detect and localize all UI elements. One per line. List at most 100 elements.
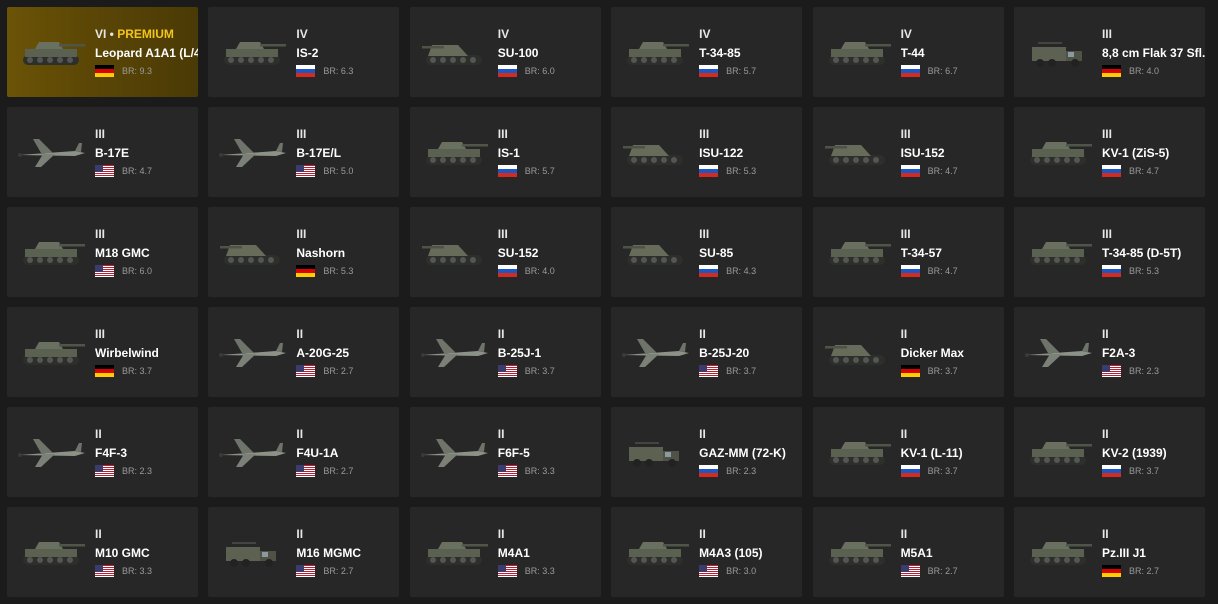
vehicle-info: II F2A-3 BR: 2.3 (1101, 327, 1205, 378)
battle-rating: BR: 2.3 (1128, 366, 1159, 376)
truck-icon (216, 533, 290, 571)
vehicle-rank: III (498, 127, 601, 142)
vehicle-name: B-25J-1 (497, 346, 542, 360)
vehicle-info: III T-34-85 (D-5T) BR: 5.3 (1101, 227, 1205, 278)
battle-rating: BR: 6.0 (122, 266, 153, 276)
ussr-flag-icon (699, 465, 719, 477)
vehicle-rank: IV (699, 27, 802, 42)
vehicle-card[interactable]: III T-34-85 (D-5T) BR: 5.3 (1013, 207, 1205, 297)
vehicle-card[interactable]: III ISU-122 BR: 5.3 (611, 107, 803, 197)
battle-rating: BR: 4.7 (927, 266, 958, 276)
rank-label: III (900, 227, 911, 241)
rank-label: II (1101, 327, 1109, 341)
tank-icon (821, 233, 895, 271)
vehicle-rank: II (901, 427, 1004, 442)
br-line: BR: 4.0 (1101, 64, 1205, 78)
rank-label: IV (699, 27, 711, 41)
vehicle-name: F6F-5 (497, 446, 530, 460)
vehicle-card[interactable]: III T-34-57 BR: 4.7 (812, 207, 1004, 297)
battle-rating: BR: 4.7 (122, 166, 153, 176)
br-line: BR: 6.0 (95, 264, 198, 278)
br-line: BR: 3.3 (497, 464, 601, 478)
vehicle-card[interactable]: III Nashorn BR: 5.3 (208, 207, 400, 297)
vehicle-card[interactable]: III 8,8 cm Flak 37 Sfl. BR: 4.0 (1013, 7, 1205, 97)
spg-icon (216, 233, 290, 271)
vehicle-card[interactable]: II A-20G-25 BR: 2.7 (208, 307, 400, 397)
rank-label: II (900, 527, 908, 541)
vehicle-card[interactable]: II M4A1 BR: 3.3 (409, 507, 601, 597)
vehicle-card[interactable]: II F4F-3 BR: 2.3 (7, 407, 198, 497)
vehicle-card[interactable]: III IS-1 BR: 5.7 (409, 107, 601, 197)
spg-icon (821, 133, 895, 171)
usa-flag-icon (699, 565, 719, 577)
rank-label: II (900, 427, 908, 441)
vehicle-name: Leopard A1A1 (L/44) (95, 46, 198, 60)
battle-rating: BR: 3.7 (1128, 466, 1159, 476)
vehicle-card[interactable]: II F4U-1A BR: 2.7 (208, 407, 400, 497)
vehicle-card[interactable]: II Pz.III J1 BR: 2.7 (1013, 507, 1205, 597)
vehicle-card[interactable]: III ISU-152 BR: 4.7 (812, 107, 1004, 197)
rank-label: IV (497, 27, 510, 41)
vehicle-card[interactable]: III B-17E BR: 4.7 (7, 107, 198, 197)
vehicle-rank: II (1102, 327, 1205, 342)
vehicle-card[interactable]: II KV-1 (L-11) BR: 3.7 (812, 407, 1004, 497)
vehicle-card[interactable]: II M10 GMC BR: 3.3 (7, 507, 198, 597)
vehicle-card[interactable]: II Dicker Max BR: 3.7 (812, 307, 1004, 397)
usa-flag-icon (699, 365, 719, 377)
germany-flag-icon (1101, 65, 1121, 77)
vehicle-info: III SU-152 BR: 4.0 (497, 227, 601, 278)
vehicle-card[interactable]: II F6F-5 BR: 3.3 (409, 407, 601, 497)
vehicle-card[interactable]: II M5A1 BR: 2.7 (812, 507, 1004, 597)
ussr-flag-icon (497, 65, 517, 77)
vehicle-rank: VI • PREMIUM (95, 27, 174, 41)
battle-rating: BR: 6.7 (927, 66, 958, 76)
vehicle-info: II Dicker Max BR: 3.7 (900, 327, 1004, 378)
br-line: BR: 2.7 (1101, 564, 1205, 578)
rank-label: II (699, 327, 706, 341)
br-line: BR: 6.3 (296, 64, 399, 78)
vehicle-card[interactable]: III SU-152 BR: 4.0 (409, 207, 601, 297)
usa-flag-icon (900, 565, 920, 577)
tank-icon (821, 33, 895, 71)
battle-rating: BR: 4.7 (927, 166, 958, 176)
truck-icon (619, 433, 693, 471)
vehicle-card[interactable]: III M18 GMC BR: 6.0 (7, 207, 198, 297)
rank-label: II (296, 427, 304, 441)
spg-icon (418, 233, 492, 271)
vehicle-card[interactable]: II M4A3 (105) BR: 3.0 (611, 507, 803, 597)
br-line: BR: 5.0 (296, 164, 399, 178)
vehicle-info: IV T-34-85 BR: 5.7 (699, 27, 802, 78)
tank-icon (1022, 433, 1096, 471)
tank-icon (1022, 233, 1096, 271)
br-line: BR: 3.0 (699, 564, 802, 578)
vehicle-card[interactable]: II M16 MGMC BR: 2.7 (208, 507, 400, 597)
vehicle-card[interactable]: III KV-1 (ZiS-5) BR: 4.7 (1013, 107, 1205, 197)
br-line: BR: 5.3 (1101, 264, 1205, 278)
vehicle-card[interactable]: III Wirbelwind BR: 3.7 (7, 307, 198, 397)
br-line: BR: 5.3 (699, 164, 802, 178)
vehicle-card[interactable]: II KV-2 (1939) BR: 3.7 (1013, 407, 1205, 497)
br-line: BR: 3.7 (497, 364, 601, 378)
vehicle-card[interactable]: II B-25J-1 BR: 3.7 (409, 307, 601, 397)
vehicle-card[interactable]: IV IS-2 BR: 6.3 (208, 7, 400, 97)
vehicle-card[interactable]: III B-17E/L BR: 5.0 (208, 107, 400, 197)
br-line: BR: 2.7 (296, 364, 399, 378)
vehicle-rank: II (498, 327, 601, 342)
vehicle-card[interactable]: III SU-85 BR: 4.3 (611, 207, 803, 297)
vehicle-card[interactable]: VI • PREMIUM Leopard A1A1 (L/44) BR: 9.3 (7, 7, 198, 97)
vehicle-card[interactable]: IV T-44 BR: 6.7 (812, 7, 1004, 97)
vehicle-card[interactable]: II GAZ-MM (72-K) BR: 2.3 (611, 407, 803, 497)
vehicle-card[interactable]: IV T-34-85 BR: 5.7 (611, 7, 803, 97)
vehicle-info: III 8,8 cm Flak 37 Sfl. BR: 4.0 (1101, 27, 1205, 78)
germany-flag-icon (95, 65, 114, 77)
vehicle-rank: III (95, 227, 198, 242)
tank-icon (15, 33, 89, 71)
vehicle-card[interactable]: II B-25J-20 BR: 3.7 (611, 307, 803, 397)
vehicle-card[interactable]: II F2A-3 BR: 2.3 (1013, 307, 1205, 397)
vehicle-name: Wirbelwind (95, 346, 159, 360)
vehicle-info: II B-25J-20 BR: 3.7 (699, 327, 802, 378)
vehicle-info: III ISU-152 BR: 4.7 (900, 127, 1004, 178)
rank-label: III (296, 127, 307, 141)
vehicle-card[interactable]: IV SU-100 BR: 6.0 (409, 7, 601, 97)
rank-label: III (497, 227, 508, 241)
